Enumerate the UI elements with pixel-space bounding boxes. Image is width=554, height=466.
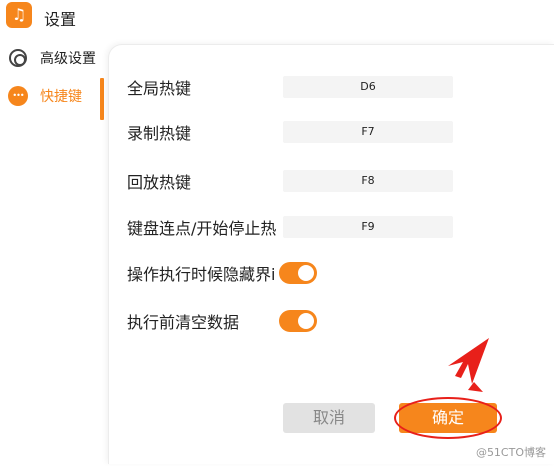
hotkey-row-record: 录制热键 [127, 120, 285, 144]
toggle-label: 操作执行时候隐藏界i [127, 265, 276, 284]
toggle-label: 执行前清空数据 [127, 313, 240, 332]
toggle-knob [298, 313, 315, 329]
dots-icon [8, 86, 28, 106]
sidebar-item-advanced-settings[interactable]: 高级设置 [0, 40, 106, 76]
toggle-row-hide-ui: 操作执行时候隐藏界i [127, 260, 318, 286]
cancel-button[interactable]: 取消 [283, 403, 375, 433]
hide-ui-toggle[interactable] [279, 262, 318, 284]
hotkey-row-global: 全局热键 [127, 75, 285, 99]
sidebar-item-label: 高级设置 [40, 51, 96, 67]
hotkey-input-record[interactable]: F7 [283, 121, 453, 143]
hotkey-label: 录制热键 [127, 124, 192, 143]
hotkey-input-global[interactable]: D6 [283, 76, 453, 98]
sidebar-item-hotkeys[interactable]: 快捷键 [0, 78, 106, 120]
hotkey-label: 回放热键 [127, 173, 192, 192]
sidebar-item-label: 快捷键 [40, 89, 82, 105]
clear-data-toggle[interactable] [279, 310, 318, 332]
toggle-row-clear-data: 执行前清空数据 [127, 308, 318, 334]
gear-icon [8, 48, 28, 68]
sidebar: 高级设置 快捷键 [0, 34, 106, 466]
hotkey-label: 键盘连点/开始停止热 [127, 219, 277, 238]
hotkey-input-playback[interactable]: F8 [283, 170, 453, 192]
hotkey-row-keyboard-click: 键盘连点/开始停止热 [127, 215, 285, 239]
confirm-button[interactable]: 确定 [399, 403, 497, 433]
hotkey-settings-panel: 全局热键 D6 录制热键 F7 回放热键 F8 键盘连点/开始停止热 F9 操作… [108, 44, 554, 464]
watermark: @51CTO博客 [475, 446, 546, 459]
hotkey-input-keyboard-click[interactable]: F9 [283, 216, 453, 238]
hotkey-label: 全局热键 [127, 79, 192, 98]
window-title: 设置 [44, 10, 77, 29]
toggle-knob [298, 265, 315, 281]
app-logo-icon: ♫ [6, 2, 32, 28]
title-bar: ♫ 设置 [0, 0, 554, 34]
hotkey-row-playback: 回放热键 [127, 169, 285, 193]
